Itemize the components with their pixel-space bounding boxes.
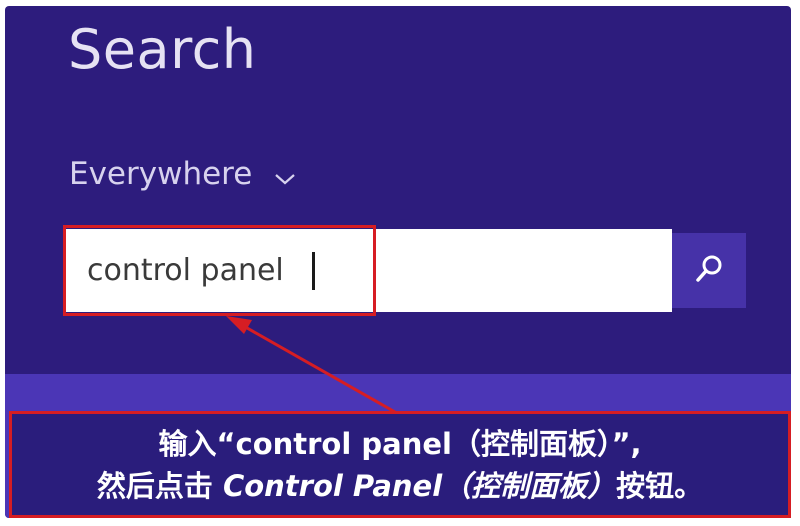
instruction-line-2: 然后点击 Control Panel（控制面板）按钮。	[12, 465, 788, 507]
instruction-line-2-emphasis: Control Panel（控制面板）	[222, 468, 617, 503]
instruction-line-2-prefix: 然后点击	[96, 468, 223, 503]
instruction-line-2-suffix: 按钮。	[616, 468, 704, 503]
search-icon	[692, 252, 726, 290]
search-scope-dropdown[interactable]: Everywhere	[69, 154, 296, 194]
search-field-highlight	[63, 225, 376, 316]
search-scope-label: Everywhere	[69, 156, 253, 192]
page-title: Search	[68, 18, 257, 81]
instruction-line-1: 输入“control panel（控制面板）”,	[158, 426, 642, 461]
instruction-callout: 输入“control panel（控制面板）”, 然后点击 Control Pa…	[9, 411, 791, 518]
search-button[interactable]	[672, 233, 746, 308]
chevron-down-icon	[274, 158, 296, 194]
